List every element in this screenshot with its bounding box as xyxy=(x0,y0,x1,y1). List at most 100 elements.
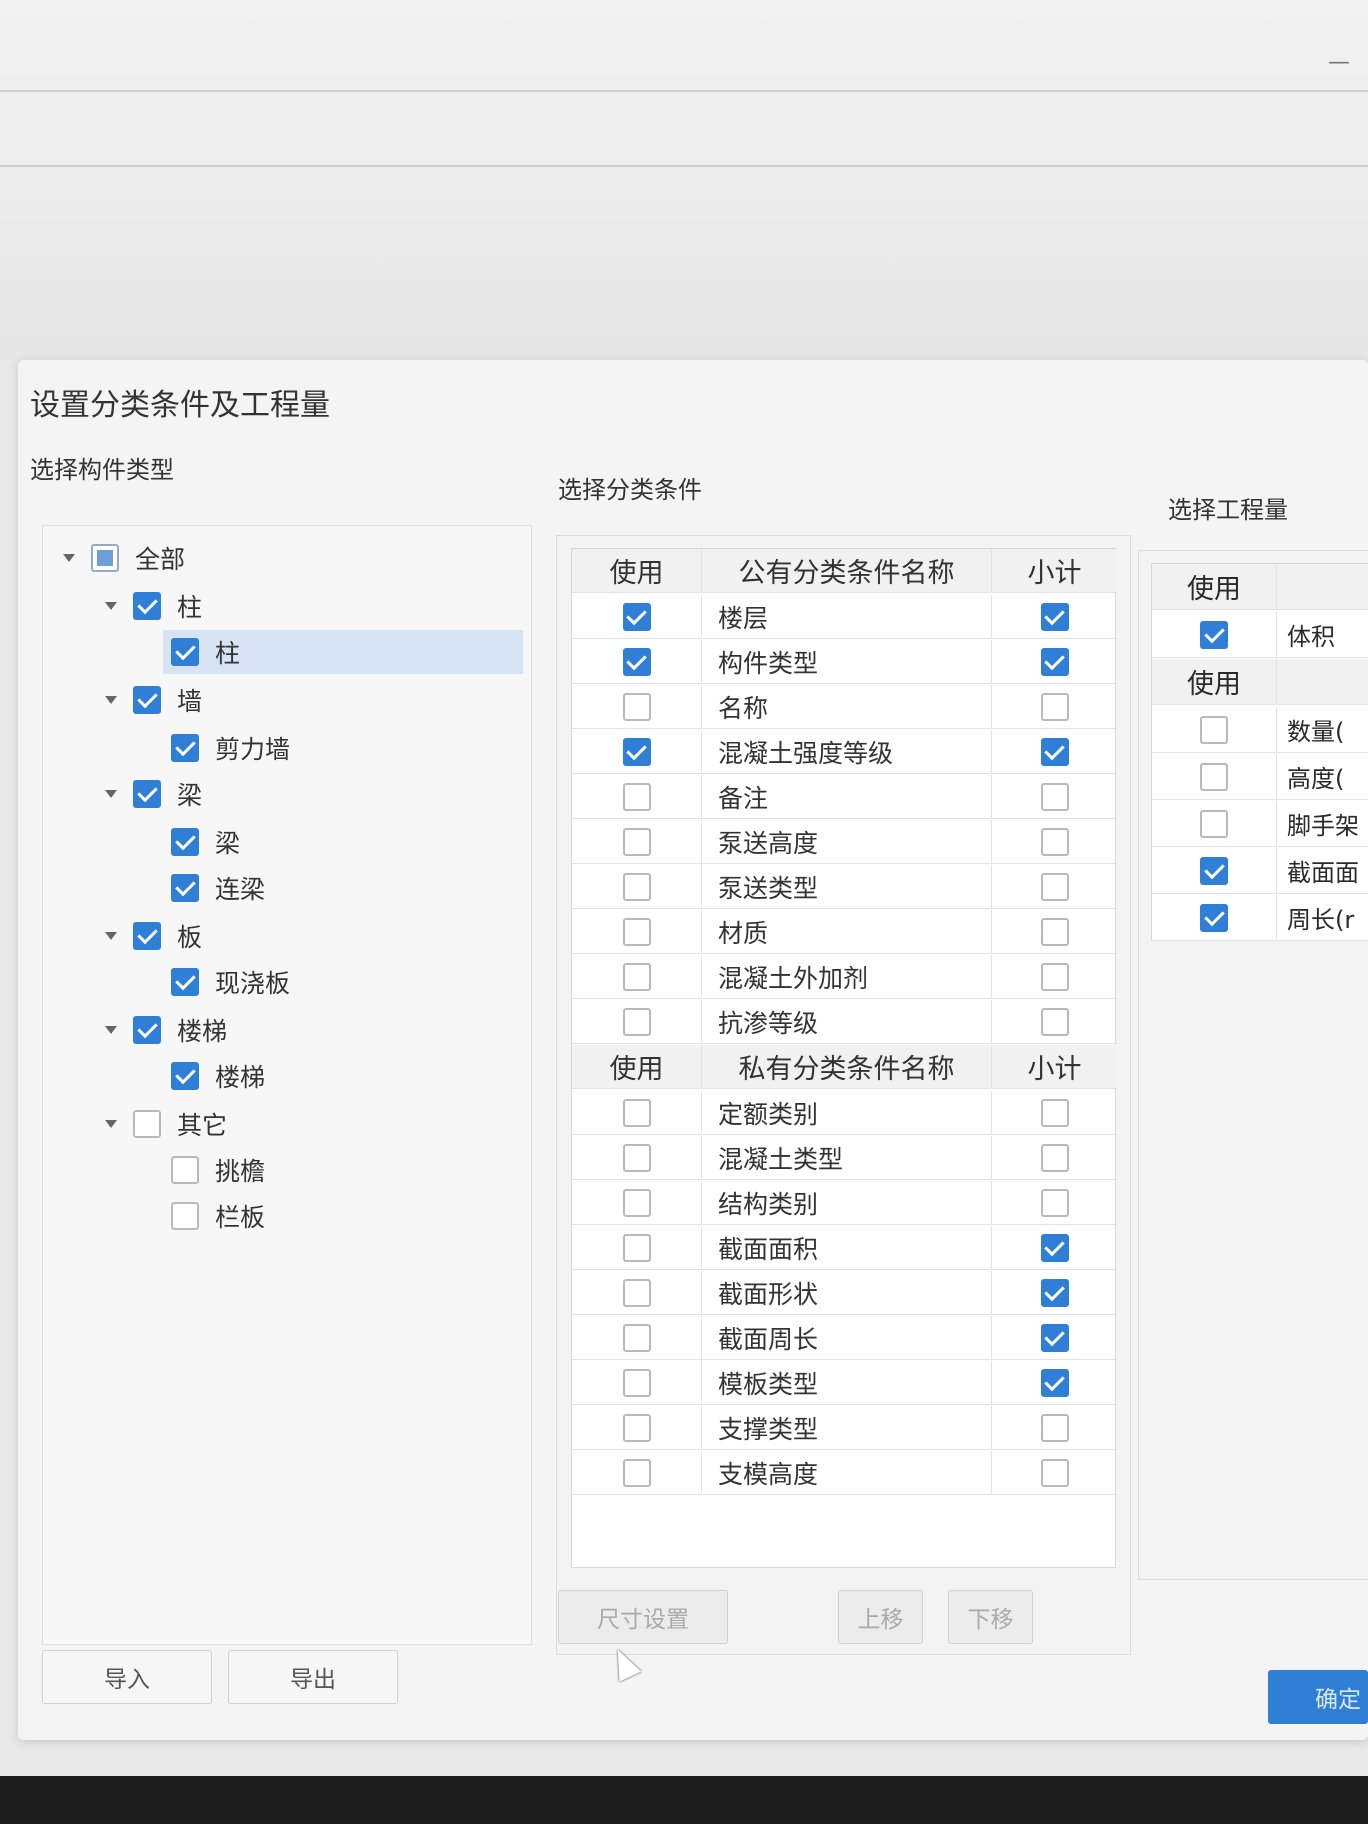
tree-node[interactable]: 梁 xyxy=(171,820,571,864)
table-row[interactable]: 备注 xyxy=(572,775,1117,819)
tree-node[interactable]: 墙 xyxy=(105,678,505,722)
minimize-icon[interactable]: — xyxy=(1328,50,1350,75)
subtotal-checkbox[interactable] xyxy=(1040,1278,1069,1307)
use-checkbox[interactable] xyxy=(622,1323,651,1352)
use-checkbox[interactable] xyxy=(622,962,651,991)
table-row[interactable]: 泵送高度 xyxy=(572,820,1117,864)
tree-checkbox[interactable] xyxy=(133,686,161,714)
tree-node[interactable]: 挑檐 xyxy=(171,1148,571,1192)
use-checkbox[interactable] xyxy=(622,1143,651,1172)
table-row[interactable]: 混凝土外加剂 xyxy=(572,955,1117,999)
table-row[interactable]: 支模高度 xyxy=(572,1451,1117,1495)
table-row[interactable]: 截面形状 xyxy=(572,1271,1117,1315)
tree-checkbox[interactable] xyxy=(133,780,161,808)
tree-checkbox[interactable] xyxy=(133,592,161,620)
use-checkbox[interactable] xyxy=(622,692,651,721)
use-checkbox[interactable] xyxy=(622,917,651,946)
tree-node[interactable]: 全部 xyxy=(63,536,463,580)
tree-checkbox[interactable] xyxy=(171,734,199,762)
subtotal-checkbox[interactable] xyxy=(1040,1413,1069,1442)
expand-caret-icon[interactable] xyxy=(105,790,117,798)
subtotal-checkbox[interactable] xyxy=(1040,1188,1069,1217)
use-checkbox[interactable] xyxy=(622,1278,651,1307)
use-checkbox[interactable] xyxy=(1200,762,1228,791)
table-row[interactable]: 楼层 xyxy=(572,595,1117,639)
use-checkbox[interactable] xyxy=(622,1007,651,1036)
table-row[interactable]: 模板类型 xyxy=(572,1361,1117,1405)
quantity-row[interactable]: 脚手架 xyxy=(1152,801,1368,847)
use-checkbox[interactable] xyxy=(622,1098,651,1127)
subtotal-checkbox[interactable] xyxy=(1040,692,1069,721)
subtotal-checkbox[interactable] xyxy=(1040,602,1069,631)
tree-node[interactable]: 剪力墙 xyxy=(171,726,571,770)
tree-checkbox[interactable] xyxy=(133,1110,161,1138)
table-row[interactable]: 材质 xyxy=(572,910,1117,954)
expand-caret-icon[interactable] xyxy=(105,1026,117,1034)
table-row[interactable]: 抗渗等级 xyxy=(572,1000,1117,1044)
use-checkbox[interactable] xyxy=(622,602,651,631)
tree-node[interactable]: 栏板 xyxy=(171,1194,571,1238)
table-row[interactable]: 混凝土类型 xyxy=(572,1136,1117,1180)
subtotal-checkbox[interactable] xyxy=(1040,1143,1069,1172)
use-checkbox[interactable] xyxy=(622,872,651,901)
expand-caret-icon[interactable] xyxy=(105,1120,117,1128)
tree-node[interactable]: 其它 xyxy=(105,1102,505,1146)
tree-checkbox[interactable] xyxy=(91,544,119,572)
subtotal-checkbox[interactable] xyxy=(1040,962,1069,991)
move-down-button[interactable]: 下移 xyxy=(948,1590,1033,1644)
quantity-row[interactable]: 高度( xyxy=(1152,754,1368,800)
tree-checkbox[interactable] xyxy=(171,828,199,856)
tree-node[interactable]: 连梁 xyxy=(171,866,571,910)
use-checkbox[interactable] xyxy=(622,1368,651,1397)
use-checkbox[interactable] xyxy=(622,1413,651,1442)
tree-checkbox[interactable] xyxy=(133,1016,161,1044)
table-row[interactable]: 泵送类型 xyxy=(572,865,1117,909)
size-settings-button[interactable]: 尺寸设置 xyxy=(558,1590,728,1644)
use-checkbox[interactable] xyxy=(1200,903,1228,932)
subtotal-checkbox[interactable] xyxy=(1040,782,1069,811)
tree-node[interactable]: 柱 xyxy=(105,584,505,628)
subtotal-checkbox[interactable] xyxy=(1040,1007,1069,1036)
tree-node[interactable]: 柱 xyxy=(163,630,523,674)
tree-checkbox[interactable] xyxy=(171,1202,199,1230)
quantity-row[interactable]: 数量( xyxy=(1152,707,1368,753)
use-checkbox[interactable] xyxy=(622,647,651,676)
quantity-row[interactable]: 体积 xyxy=(1152,612,1368,658)
table-row[interactable]: 截面面积 xyxy=(572,1226,1117,1270)
use-checkbox[interactable] xyxy=(1200,620,1228,649)
expand-caret-icon[interactable] xyxy=(105,602,117,610)
subtotal-checkbox[interactable] xyxy=(1040,737,1069,766)
subtotal-checkbox[interactable] xyxy=(1040,1233,1069,1262)
subtotal-checkbox[interactable] xyxy=(1040,827,1069,856)
table-row[interactable]: 构件类型 xyxy=(572,640,1117,684)
use-checkbox[interactable] xyxy=(622,737,651,766)
tree-checkbox[interactable] xyxy=(171,1156,199,1184)
table-row[interactable]: 定额类别 xyxy=(572,1091,1117,1135)
tree-checkbox[interactable] xyxy=(171,874,199,902)
tree-node[interactable]: 板 xyxy=(105,914,505,958)
expand-caret-icon[interactable] xyxy=(105,932,117,940)
import-button[interactable]: 导入 xyxy=(42,1650,212,1704)
export-button[interactable]: 导出 xyxy=(228,1650,398,1704)
use-checkbox[interactable] xyxy=(1200,809,1228,838)
expand-caret-icon[interactable] xyxy=(63,554,75,562)
move-up-button[interactable]: 上移 xyxy=(838,1590,923,1644)
tree-checkbox[interactable] xyxy=(171,1062,199,1090)
use-checkbox[interactable] xyxy=(622,1233,651,1262)
table-row[interactable]: 名称 xyxy=(572,685,1117,729)
use-checkbox[interactable] xyxy=(1200,715,1228,744)
table-row[interactable]: 结构类别 xyxy=(572,1181,1117,1225)
use-checkbox[interactable] xyxy=(622,1458,651,1487)
table-row[interactable]: 支撑类型 xyxy=(572,1406,1117,1450)
tree-node[interactable]: 梁 xyxy=(105,772,505,816)
tree-checkbox[interactable] xyxy=(171,968,199,996)
quantity-row[interactable]: 截面面 xyxy=(1152,848,1368,894)
table-row[interactable]: 截面周长 xyxy=(572,1316,1117,1360)
tree-checkbox[interactable] xyxy=(171,638,199,666)
tree-node[interactable]: 现浇板 xyxy=(171,960,571,1004)
quantity-row[interactable]: 周长(r xyxy=(1152,895,1368,941)
use-checkbox[interactable] xyxy=(622,827,651,856)
use-checkbox[interactable] xyxy=(622,782,651,811)
expand-caret-icon[interactable] xyxy=(105,696,117,704)
tree-node[interactable]: 楼梯 xyxy=(171,1054,571,1098)
